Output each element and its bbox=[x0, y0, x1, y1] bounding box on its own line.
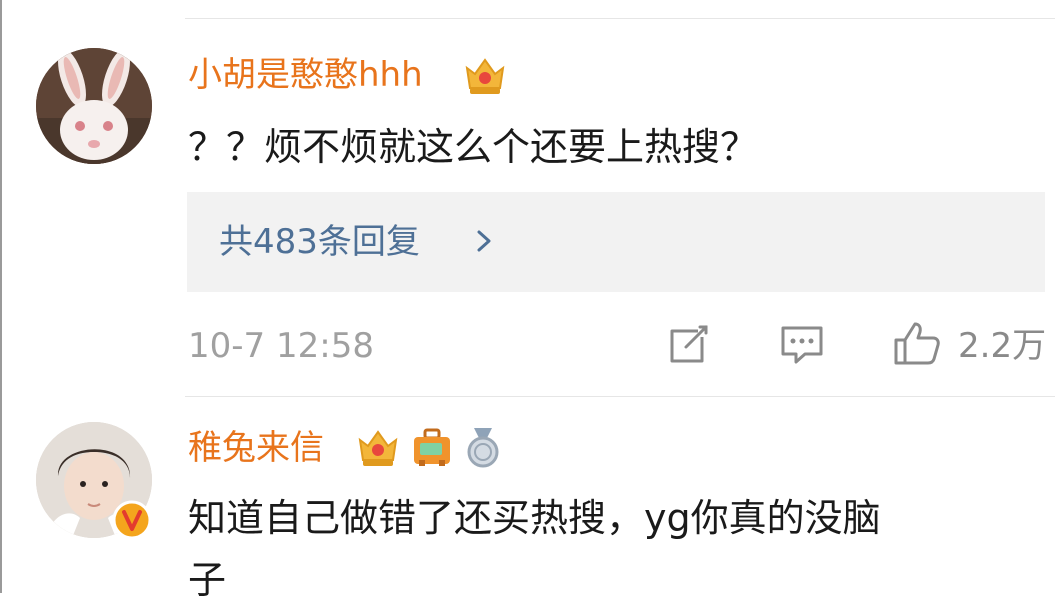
medal-badge[interactable] bbox=[462, 426, 504, 472]
left-border bbox=[0, 0, 2, 593]
verified-v-badge bbox=[112, 500, 152, 544]
crown-vip-badge[interactable] bbox=[462, 54, 508, 100]
comment-text-line: 子 bbox=[188, 558, 227, 602]
comment-text: 知道自己做错了还买热搜，yg你真的没脑 子 bbox=[188, 487, 881, 611]
suitcase-badge[interactable] bbox=[411, 426, 453, 472]
like-count: 2.2万 bbox=[958, 326, 1047, 366]
crown-vip-badge[interactable] bbox=[355, 426, 401, 472]
username[interactable]: 稚兔来信 bbox=[188, 431, 324, 465]
username[interactable]: 小胡是憨憨hhh bbox=[188, 58, 423, 92]
replies-link[interactable]: 共483条回复 bbox=[187, 192, 1045, 292]
divider bbox=[185, 18, 1055, 19]
comment-text: ？？烦不烦就这么个还要上热搜？ bbox=[188, 125, 759, 169]
avatar[interactable] bbox=[36, 48, 152, 164]
like-icon[interactable] bbox=[893, 320, 941, 370]
comment-timestamp: 10-7 12:58 bbox=[188, 326, 374, 366]
divider bbox=[185, 396, 1055, 397]
replies-count-label: 共483条回复 bbox=[219, 222, 420, 262]
chevron-right-icon bbox=[467, 224, 501, 258]
share-icon[interactable] bbox=[668, 323, 710, 369]
comment-icon[interactable] bbox=[780, 324, 824, 370]
comment-text-line: 知道自己做错了还买热搜，yg你真的没脑 bbox=[188, 496, 881, 540]
